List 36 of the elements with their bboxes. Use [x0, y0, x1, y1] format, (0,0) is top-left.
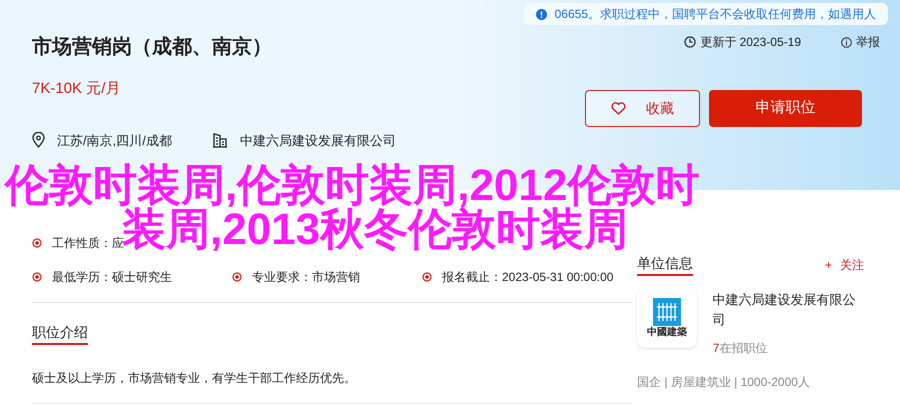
- section-heading: 单位信息: [637, 254, 693, 276]
- job-description: 硕士及以上学历，市场营销专业，有学生干部工作经历优先。: [32, 370, 357, 387]
- favorite-button[interactable]: 收藏: [585, 90, 700, 127]
- bullet-icon: [32, 272, 42, 282]
- info-icon: [841, 36, 852, 48]
- overlay-caption: 伦敦时装周,伦敦时装周,2012伦敦时: [5, 164, 700, 208]
- attribute-text: 专业要求：市场营销: [252, 269, 360, 286]
- logo-icon: [652, 298, 681, 326]
- update-date: 更新于 2023-05-19: [700, 34, 801, 51]
- plus-icon: +: [824, 256, 832, 274]
- info-icon: [536, 8, 547, 20]
- notice-text: 06655。求职过程中，国聘平台不会收取任何费用，如遇用人: [554, 6, 876, 23]
- salary: 7K-10K 元/月: [32, 79, 120, 99]
- overlay-caption: 装周,2013秋冬伦敦时装周: [122, 208, 628, 252]
- open-positions: 7在招职位: [712, 340, 768, 357]
- clock-icon: [684, 36, 696, 48]
- logo-text: 中國建築: [646, 328, 687, 338]
- follow-label: 关注: [840, 257, 864, 274]
- apply-button[interactable]: 申请职位: [709, 90, 862, 127]
- bullet-icon: [232, 272, 242, 282]
- report-link[interactable]: 举报: [841, 33, 880, 51]
- section-heading: 职位介绍: [32, 323, 88, 345]
- bullet-icon: [32, 238, 42, 248]
- bullet-icon: [422, 272, 432, 282]
- attribute-text: 最低学历：硕士研究生: [52, 269, 172, 286]
- building-icon: [212, 132, 228, 148]
- heart-icon: [611, 102, 626, 115]
- location-text: 江苏/南京,四川/成都: [57, 132, 172, 150]
- follow-button[interactable]: + 关注: [824, 256, 864, 274]
- attribute-text: 工作性质：应: [52, 236, 124, 250]
- company-name: 中建六局建设发展有限公司: [240, 132, 396, 150]
- job-title: 市场营销岗（成都、南京）: [32, 34, 272, 60]
- attribute-text: 报名截止：2023-05-31 00:00:00: [442, 269, 614, 286]
- location-pin-icon: [32, 132, 45, 148]
- company-name: 中建六局建设发展有限公司: [712, 291, 857, 328]
- company-meta: 国企 | 房屋建筑业 | 1000-2000人: [637, 374, 811, 391]
